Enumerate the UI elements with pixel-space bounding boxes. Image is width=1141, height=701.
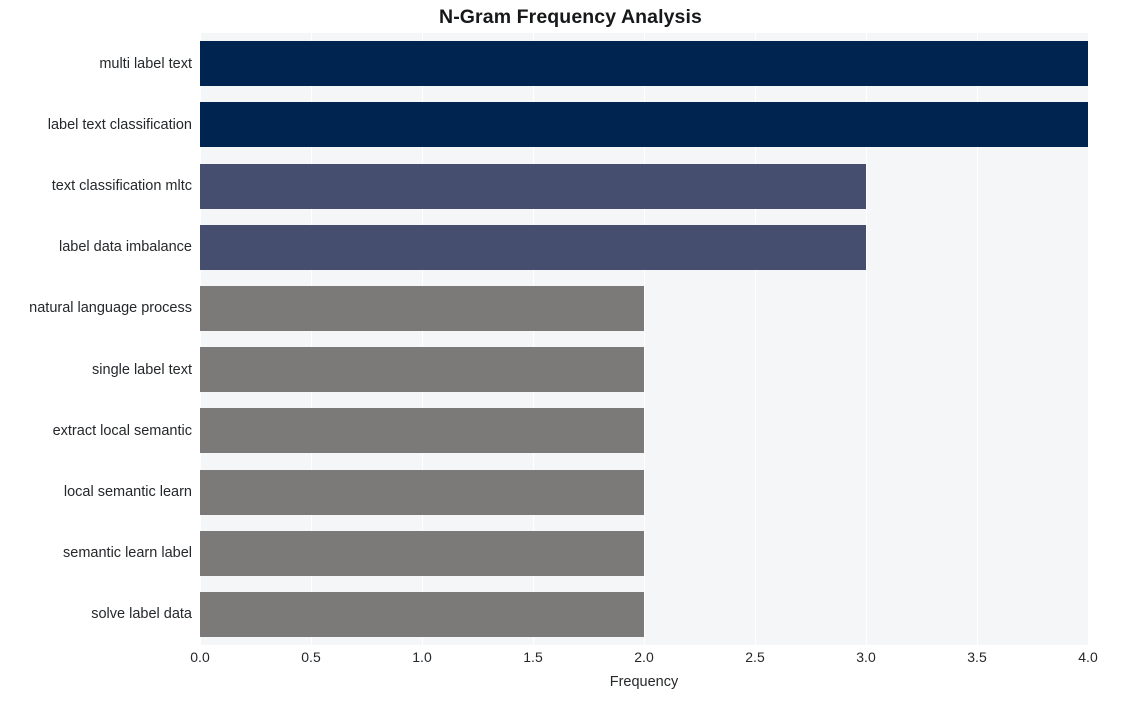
x-axis-tick-label: 4.0	[1078, 649, 1098, 665]
bar[interactable]	[200, 224, 866, 270]
bar[interactable]	[200, 469, 644, 515]
x-axis-tick-labels: 0.0 0.5 1.0 1.5 2.0 2.5 3.0 3.5 4.0	[0, 649, 1141, 673]
y-axis-tick-label: label data imbalance	[58, 239, 192, 256]
bar[interactable]	[200, 102, 1088, 148]
x-axis-tick-label: 0.0	[190, 649, 210, 665]
bar[interactable]	[200, 591, 644, 637]
x-axis-tick-label: 0.5	[301, 649, 321, 665]
y-axis-tick-label: solve label data	[91, 606, 192, 623]
x-axis-tick-label: 2.5	[745, 649, 765, 665]
bar[interactable]	[200, 347, 644, 393]
x-axis-tick-label: 3.0	[856, 649, 876, 665]
y-axis-tick-label: natural language process	[29, 300, 192, 317]
bar[interactable]	[200, 285, 644, 331]
x-axis-tick-label: 3.5	[967, 649, 987, 665]
gridline-x	[1088, 33, 1089, 645]
chart-title: N-Gram Frequency Analysis	[439, 6, 702, 28]
y-axis-tick-label: text classification mltc	[51, 178, 192, 194]
bar[interactable]	[200, 530, 644, 576]
y-axis-tick-label: label text classification	[47, 116, 192, 133]
x-axis-tick-label: 2.0	[634, 649, 654, 665]
y-axis-tick-label: single label text	[92, 361, 192, 378]
y-axis-tick-labels: multi label text label text classificatio…	[0, 33, 192, 645]
bar[interactable]	[200, 408, 644, 454]
chart-figure: N-Gram Frequency Analysis multi label te…	[0, 0, 1141, 701]
bars-layer	[200, 33, 1088, 645]
y-axis-tick-label: semantic learn label	[63, 545, 192, 562]
bar[interactable]	[200, 163, 866, 209]
y-axis-tick-label: local semantic learn	[63, 484, 192, 500]
x-axis-tick-label: 1.0	[412, 649, 432, 665]
y-axis-tick-label: multi label text	[99, 55, 192, 72]
plot-area	[200, 33, 1089, 645]
x-axis-title: Frequency	[609, 674, 679, 690]
y-axis-tick-label: extract local semantic	[52, 422, 192, 439]
bar[interactable]	[200, 41, 1088, 87]
x-axis-tick-label: 1.5	[523, 649, 543, 665]
